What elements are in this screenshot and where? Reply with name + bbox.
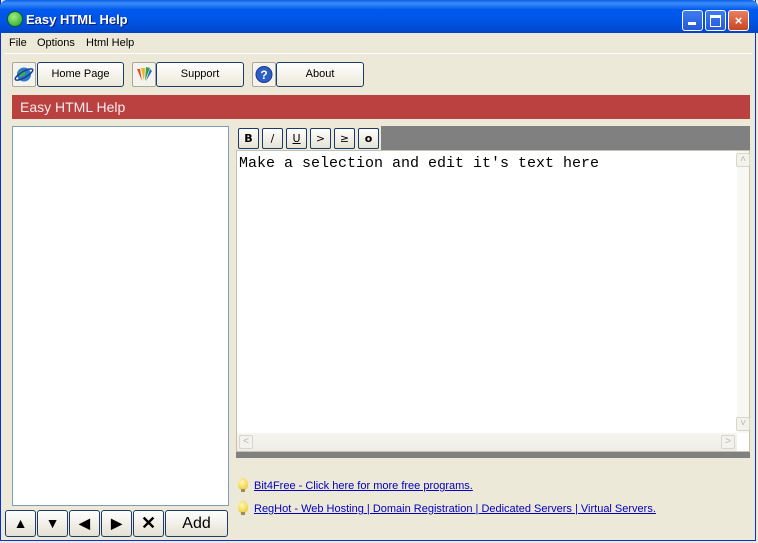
support-logo-icon[interactable] bbox=[132, 62, 156, 87]
window-title: Easy HTML Help bbox=[26, 12, 128, 27]
underline-button[interactable]: U bbox=[286, 128, 307, 149]
about-button[interactable]: About bbox=[276, 62, 364, 87]
bit4free-link[interactable]: Bit4Free - Click here for more free prog… bbox=[254, 480, 473, 492]
header-banner: Easy HTML Help bbox=[12, 95, 750, 119]
bold-button[interactable]: B bbox=[238, 128, 259, 149]
scroll-down-arrow-icon[interactable]: ˅ bbox=[736, 417, 750, 431]
lightbulb-icon bbox=[238, 501, 248, 515]
arrow-up-icon: ▲ bbox=[13, 515, 28, 531]
support-button[interactable]: Support bbox=[156, 62, 244, 87]
greater-equal-button[interactable]: ≥ bbox=[334, 128, 355, 149]
arrow-left-icon: ◀ bbox=[79, 515, 90, 531]
menu-bar: File Options Html Help bbox=[4, 34, 752, 54]
menu-html-help[interactable]: Html Help bbox=[86, 37, 134, 49]
svg-text:?: ? bbox=[260, 68, 267, 82]
home-page-button[interactable]: Home Page bbox=[37, 62, 124, 87]
editor-bottom-bar bbox=[236, 452, 750, 458]
maximize-button[interactable] bbox=[705, 10, 726, 31]
help-icon[interactable]: ? bbox=[252, 62, 276, 87]
arrow-right-icon: ▶ bbox=[111, 515, 122, 531]
o-format-button[interactable]: o bbox=[358, 128, 379, 149]
move-right-button[interactable]: ▶ bbox=[101, 510, 132, 537]
menu-file[interactable]: File bbox=[9, 37, 27, 49]
scroll-left-arrow-icon[interactable]: < bbox=[239, 435, 253, 449]
move-down-button[interactable]: ▼ bbox=[37, 510, 68, 537]
globe-icon[interactable] bbox=[12, 62, 36, 87]
close-icon: × bbox=[734, 13, 743, 28]
editor-area: ˄ ˅ < > bbox=[236, 150, 750, 452]
reghot-link[interactable]: RegHot - Web Hosting | Domain Registrati… bbox=[254, 503, 656, 515]
banner-title: Easy HTML Help bbox=[20, 99, 126, 115]
italic-button[interactable]: / bbox=[262, 128, 283, 149]
vertical-scrollbar[interactable]: ˄ ˅ bbox=[736, 151, 750, 433]
move-up-button[interactable]: ▲ bbox=[5, 510, 36, 537]
title-bar[interactable]: Easy HTML Help × bbox=[0, 0, 758, 33]
editor-textarea[interactable] bbox=[237, 151, 737, 433]
arrow-down-icon: ▼ bbox=[45, 515, 60, 531]
minimize-icon bbox=[688, 22, 696, 25]
delete-x-icon: ✕ bbox=[140, 513, 157, 533]
app-icon bbox=[7, 11, 23, 27]
close-button[interactable]: × bbox=[728, 10, 749, 31]
minimize-button[interactable] bbox=[682, 10, 703, 31]
maximize-icon bbox=[710, 15, 721, 27]
scroll-up-arrow-icon[interactable]: ˄ bbox=[736, 153, 750, 167]
horizontal-scrollbar[interactable]: < > bbox=[237, 433, 737, 451]
scroll-right-arrow-icon[interactable]: > bbox=[721, 435, 735, 449]
move-left-button[interactable]: ◀ bbox=[69, 510, 100, 537]
menu-options[interactable]: Options bbox=[37, 37, 75, 49]
greater-than-button[interactable]: > bbox=[310, 128, 331, 149]
delete-button[interactable]: ✕ bbox=[133, 510, 164, 537]
lightbulb-icon bbox=[238, 478, 248, 492]
topic-list[interactable] bbox=[12, 126, 229, 506]
add-button[interactable]: Add bbox=[165, 510, 228, 537]
